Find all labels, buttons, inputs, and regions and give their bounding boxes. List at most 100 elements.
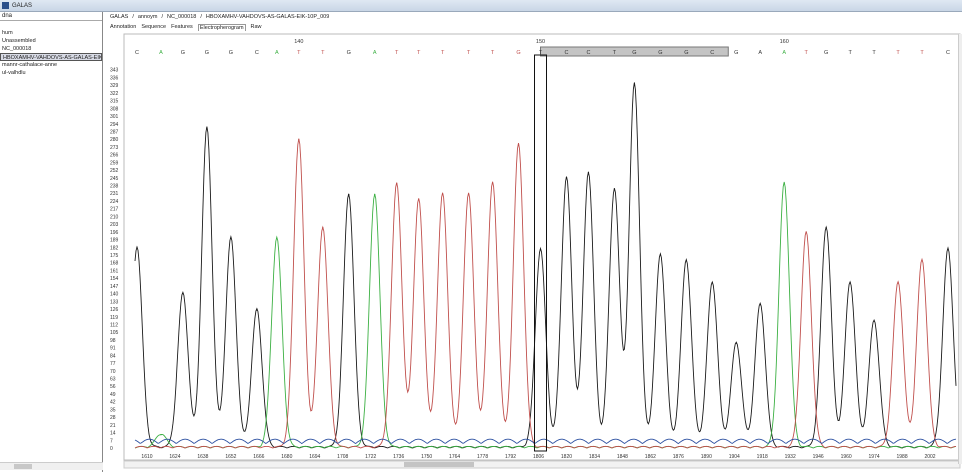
peak-point <box>442 193 444 195</box>
x-tick-label: 1666 <box>253 454 264 460</box>
peak-point <box>759 304 761 306</box>
y-tick-label: 28 <box>110 415 116 421</box>
y-tick-label: 119 <box>110 315 118 321</box>
y-tick-label: 189 <box>110 238 119 244</box>
y-tick-label: 210 <box>110 214 119 220</box>
y-tick-label: 203 <box>110 222 119 228</box>
y-tick-label: 105 <box>110 330 119 336</box>
y-tick-label: 126 <box>110 307 119 313</box>
y-tick-label: 343 <box>110 68 119 74</box>
x-tick-label: 1736 <box>393 454 404 460</box>
x-tick-label: 1988 <box>897 454 908 460</box>
x-tick-label: 1708 <box>337 454 348 460</box>
y-tick-label: 35 <box>110 407 116 413</box>
y-tick-label: 154 <box>110 276 119 282</box>
sidebar-item[interactable]: NC_000018 <box>0 45 102 53</box>
base-call: G <box>632 50 636 56</box>
y-tick-label: 252 <box>110 168 119 174</box>
peak-point <box>633 83 635 85</box>
x-tick-label: 1834 <box>589 454 600 460</box>
x-tick-label: 1610 <box>141 454 152 460</box>
position-label: 160 <box>780 39 789 45</box>
y-tick-label: 70 <box>110 369 116 375</box>
x-tick-label: 1652 <box>225 454 236 460</box>
window-title: GALAS <box>12 2 33 9</box>
peak-point <box>825 226 827 229</box>
app-icon <box>2 2 9 9</box>
base-call: G <box>734 50 738 56</box>
x-tick-label: 1918 <box>757 454 768 460</box>
base-call: G <box>347 50 351 56</box>
y-tick-label: 273 <box>110 145 119 151</box>
base-call: C <box>586 50 590 56</box>
y-tick-label: 84 <box>110 353 116 359</box>
peak-point <box>298 138 300 140</box>
sidebar-search-input[interactable]: dna <box>0 12 102 21</box>
peak-point <box>230 237 232 240</box>
position-label: 140 <box>294 39 303 45</box>
y-tick-label: 63 <box>110 377 116 383</box>
base-call: G <box>181 50 185 56</box>
x-tick-label: 1624 <box>169 454 180 460</box>
y-tick-label: 245 <box>110 176 119 182</box>
position-label: 150 <box>536 39 545 45</box>
peak-point <box>897 281 899 284</box>
y-tick-label: 315 <box>110 99 119 105</box>
peak-point <box>613 188 616 190</box>
y-tick-label: 217 <box>110 207 119 213</box>
y-tick-label: 224 <box>110 199 119 205</box>
y-tick-label: 175 <box>110 253 119 259</box>
base-call: C <box>135 50 139 56</box>
peak-point <box>182 293 184 295</box>
x-tick-label: 1820 <box>561 454 572 460</box>
y-tick-label: 49 <box>110 392 116 398</box>
vertical-scrollbar[interactable] <box>958 34 962 464</box>
base-call: A <box>373 50 377 56</box>
x-tick-label: 1694 <box>309 454 320 460</box>
y-tick-label: 98 <box>110 338 116 344</box>
y-tick-label: 7 <box>110 438 113 444</box>
peak-point <box>396 182 398 184</box>
peak-point <box>491 182 494 184</box>
base-call: C <box>255 50 259 56</box>
peak-point <box>685 259 687 262</box>
scrollbar-thumb[interactable] <box>404 462 474 467</box>
x-tick-label: 1792 <box>505 454 516 460</box>
electropherogram-chart[interactable]: 3433363293223153083012942872802732662592… <box>104 12 962 472</box>
peak-point <box>348 193 350 195</box>
y-tick-label: 196 <box>110 230 119 236</box>
main-panel: GALAS / annoym / NC_000018/HBOXAMHV-VAHDOVS-… <box>104 12 962 472</box>
sidebar-item[interactable]: ul-valhdlu <box>0 69 102 77</box>
y-tick-label: 329 <box>110 83 119 89</box>
base-call: A <box>758 50 762 56</box>
title-bar: GALAS <box>0 0 962 12</box>
base-call: G <box>684 50 688 56</box>
y-tick-label: 322 <box>110 91 119 97</box>
y-tick-label: 56 <box>110 384 116 390</box>
y-tick-label: 42 <box>110 400 116 406</box>
scrollbar-thumb[interactable] <box>14 464 32 469</box>
y-tick-label: 161 <box>110 268 119 274</box>
x-tick-label: 1806 <box>533 454 544 460</box>
x-tick-label: 1862 <box>645 454 656 460</box>
peak-point <box>322 226 324 229</box>
sidebar-item[interactable]: Unassembled <box>0 37 102 45</box>
sidebar-item[interactable] <box>0 21 102 29</box>
peak-point <box>374 193 376 195</box>
sidebar-scrollbar[interactable] <box>0 462 103 470</box>
peak-point <box>947 248 949 251</box>
y-tick-label: 238 <box>110 184 119 190</box>
sidebar-item[interactable]: hum <box>0 29 102 37</box>
y-tick-label: 91 <box>110 346 116 352</box>
sidebar-item[interactable]: mannr-cathalace-anne <box>0 61 102 69</box>
base-call: G <box>658 50 662 56</box>
horizontal-scrollbar[interactable] <box>123 460 961 469</box>
peak-point <box>587 171 590 173</box>
y-tick-label: 112 <box>110 322 118 328</box>
sidebar-item[interactable]: HBOXAMHV-VAHDOVS-AS-GALAS-EIK <box>0 53 102 61</box>
peak-point <box>539 248 542 251</box>
y-tick-label: 133 <box>110 299 119 305</box>
x-tick-label: 1848 <box>617 454 628 460</box>
y-tick-label: 287 <box>110 129 119 135</box>
y-tick-label: 77 <box>110 361 116 367</box>
